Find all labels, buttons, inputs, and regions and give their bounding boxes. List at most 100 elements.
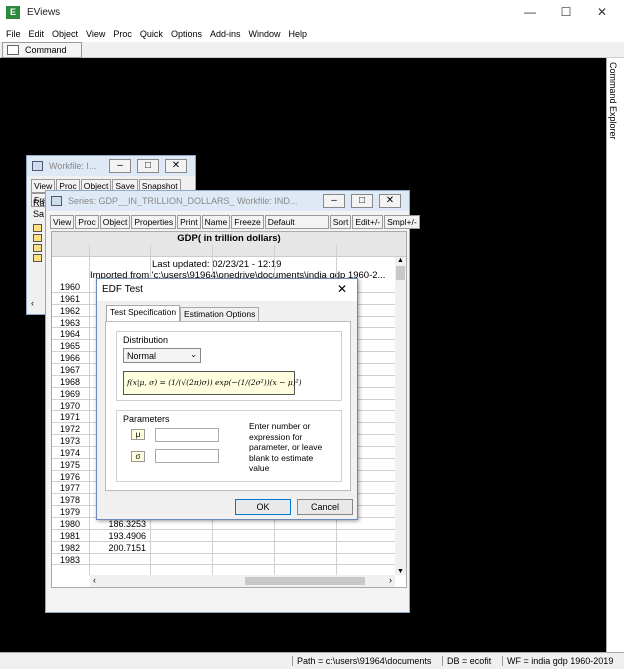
series-toolbar-print[interactable]: Print xyxy=(177,215,201,229)
menu-view[interactable]: View xyxy=(82,27,109,41)
app-title: EViews xyxy=(27,7,61,18)
row-year: 1967 xyxy=(60,364,81,375)
series-toolbar-properties[interactable]: Properties xyxy=(131,215,177,229)
workfile-maximize-button[interactable]: □ xyxy=(137,159,159,173)
row-year: 1969 xyxy=(60,388,81,399)
row-year: 1979 xyxy=(60,507,81,518)
distribution-value: Normal xyxy=(127,351,157,361)
maximize-button[interactable]: ☐ xyxy=(556,5,576,19)
workfile-range-label: Ra xyxy=(33,198,45,208)
menu-add-ins[interactable]: Add-ins xyxy=(206,27,245,41)
row-year: 1974 xyxy=(60,447,81,458)
series-toolbar-proc[interactable]: Proc xyxy=(75,215,99,229)
series-toolbar-freeze[interactable]: Freeze xyxy=(231,215,264,229)
row-year: 1975 xyxy=(60,459,81,470)
menu-edit[interactable]: Edit xyxy=(25,27,49,41)
app-logo-icon: E xyxy=(6,6,20,19)
series-toolbar-smpl-[interactable]: Smpl+/- xyxy=(384,215,420,229)
series-toolbar: View Proc Object Properties Print Name Freeze D… xyxy=(50,215,421,229)
tab-test-specification[interactable]: Test Specification xyxy=(106,305,181,322)
scroll-up-icon[interactable]: ▲ xyxy=(395,257,406,264)
command-bar: Command xyxy=(0,42,624,58)
tab-panel: Distribution Normal ⌄ f(x|μ, σ) = (1/(√(… xyxy=(105,321,351,491)
workfile-titlebar[interactable]: Workfile: I... – □ ✕ xyxy=(27,156,195,176)
status-db: DB = ecofit xyxy=(442,656,495,666)
series-titlebar[interactable]: Series: GDP__IN_TRILLION_DOLLARS_ Workfi… xyxy=(46,191,409,211)
series-title: Series: GDP__IN_TRILLION_DOLLARS_ Workfi… xyxy=(68,196,298,206)
parameters-group: Parameters μ σ Enter number or expressio… xyxy=(116,410,342,482)
row-year: 1965 xyxy=(60,341,81,352)
series-header: GDP( in trillion dollars) xyxy=(52,232,406,245)
dialog-close-button[interactable]: ✕ xyxy=(337,282,347,296)
edf-test-dialog[interactable]: EDF Test ✕ Test Specification Estimation… xyxy=(96,278,358,520)
menu-object[interactable]: Object xyxy=(48,27,82,41)
scroll-right-icon[interactable]: › xyxy=(389,575,392,585)
scroll-thumb[interactable] xyxy=(396,266,405,280)
sigma-input[interactable] xyxy=(155,449,219,463)
row-value[interactable]: 200.7151 xyxy=(90,543,146,553)
row-year: 1981 xyxy=(60,530,81,541)
command-explorer-label[interactable]: Command Explorer xyxy=(608,62,618,140)
command-tab[interactable]: Command xyxy=(2,42,82,58)
column-gridline xyxy=(89,245,90,575)
distribution-select[interactable]: Normal ⌄ xyxy=(123,348,201,363)
series-toolbar-name[interactable]: Name xyxy=(201,215,231,229)
ok-button[interactable]: OK xyxy=(235,499,291,515)
menu-window[interactable]: Window xyxy=(244,27,284,41)
series-minimize-button[interactable]: – xyxy=(323,194,345,208)
row-value[interactable]: 186.3253 xyxy=(90,519,146,529)
h-scroll-thumb[interactable] xyxy=(245,577,365,585)
workfile-minimize-button[interactable]: – xyxy=(109,159,131,173)
row-year: 1971 xyxy=(60,412,81,423)
row-year: 1978 xyxy=(60,495,81,506)
menu-items: File Edit Object View Proc Quick Options Add-in… xyxy=(2,27,311,41)
series-toolbar-edit-[interactable]: Edit+/- xyxy=(352,215,384,229)
scroll-left-icon[interactable]: ‹ xyxy=(93,575,96,585)
series-toolbar-view[interactable]: View xyxy=(50,215,75,229)
row-year: 1961 xyxy=(60,293,81,304)
series-toolbar-object[interactable]: Object xyxy=(99,215,131,229)
menu-file[interactable]: File xyxy=(2,27,25,41)
command-explorer-panel[interactable] xyxy=(606,58,624,652)
row-year: 1980 xyxy=(60,519,81,529)
menu-options[interactable]: Options xyxy=(167,27,206,41)
object-icon xyxy=(33,244,42,252)
row-year: 1976 xyxy=(60,471,81,482)
parameters-hint: Enter number or expression for parameter… xyxy=(249,421,323,473)
series-icon xyxy=(51,196,62,206)
row-year: 1966 xyxy=(60,353,81,364)
menu-quick[interactable]: Quick xyxy=(136,27,167,41)
row-year: 1973 xyxy=(60,436,81,447)
series-toolbar-sort[interactable]: Sort xyxy=(329,215,352,229)
workfile-icon xyxy=(32,161,43,171)
horizontal-scrollbar[interactable]: ‹ › xyxy=(90,575,395,587)
command-window-icon xyxy=(7,45,19,55)
tab-estimation-options[interactable]: Estimation Options xyxy=(180,307,260,322)
scroll-down-icon[interactable]: ▼ xyxy=(395,568,406,575)
parameters-label: Parameters xyxy=(123,414,170,424)
series-toolbar-default[interactable]: Default xyxy=(264,215,329,229)
mu-input[interactable] xyxy=(155,428,219,442)
formula-text: f(x|μ, σ) = (1/(√(2π)σ)) exp(−(1/(2σ²))(… xyxy=(127,378,302,387)
cancel-button[interactable]: Cancel xyxy=(297,499,353,515)
menu-proc[interactable]: Proc xyxy=(109,27,136,41)
mu-label: μ xyxy=(131,429,145,440)
dialog-title: EDF Test xyxy=(102,284,143,295)
series-maximize-button[interactable]: □ xyxy=(351,194,373,208)
close-button[interactable]: ✕ xyxy=(592,5,612,19)
dialog-titlebar[interactable]: EDF Test ✕ xyxy=(97,279,357,301)
distribution-label: Distribution xyxy=(123,335,169,345)
row-value[interactable]: 193.4906 xyxy=(90,531,146,541)
workfile-close-button[interactable]: ✕ xyxy=(165,159,187,173)
minimize-button[interactable]: — xyxy=(520,5,540,19)
object-icon xyxy=(33,254,42,262)
vertical-scrollbar[interactable]: ▲ ▼ xyxy=(395,257,406,575)
formula-box: f(x|μ, σ) = (1/(√(2π)σ)) exp(−(1/(2σ²))(… xyxy=(123,371,302,395)
menu-help[interactable]: Help xyxy=(285,27,312,41)
row-year: 1972 xyxy=(60,424,81,435)
row-year: 1960 xyxy=(60,282,81,292)
scroll-left-icon[interactable]: ‹ xyxy=(31,298,34,308)
row-year: 1968 xyxy=(60,376,81,387)
series-close-button[interactable]: ✕ xyxy=(379,194,401,208)
status-bar: Path = c:\users\91964\documents DB = eco… xyxy=(0,652,624,669)
